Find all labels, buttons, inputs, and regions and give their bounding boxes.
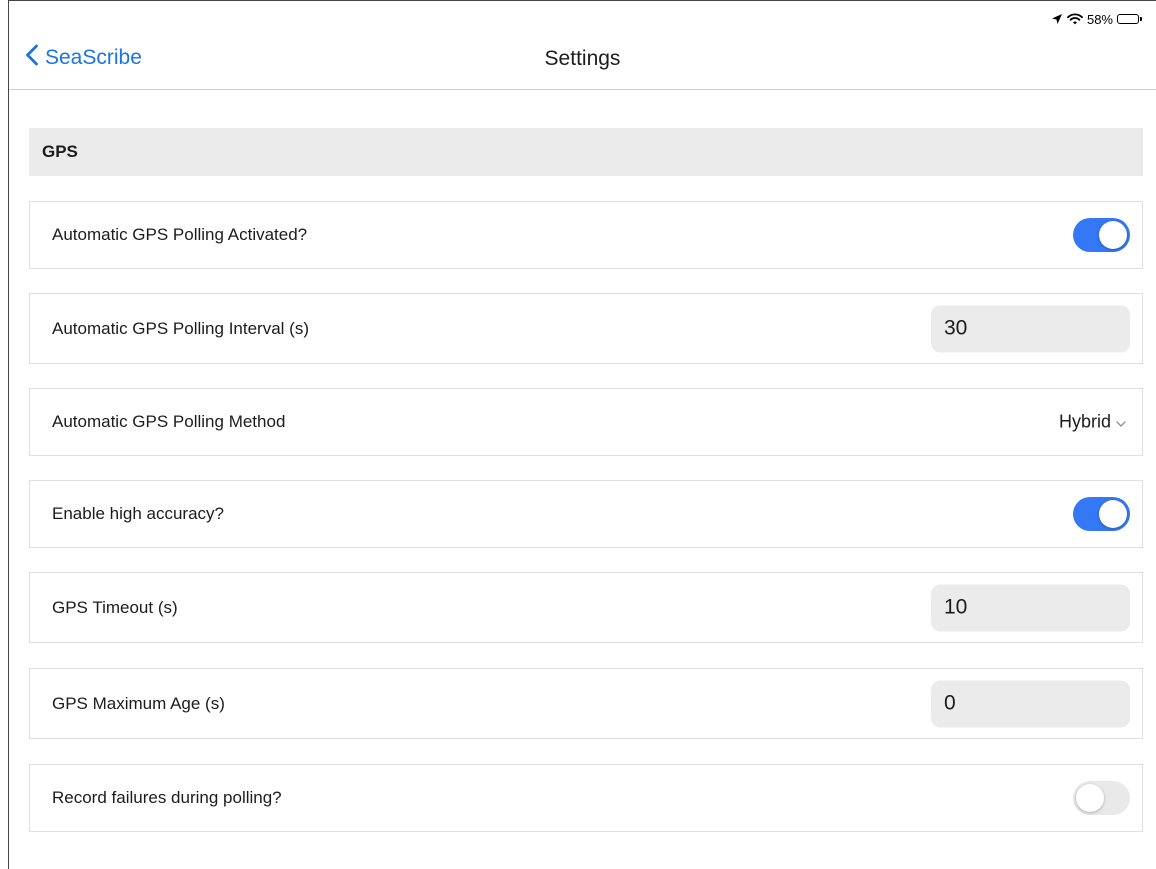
chevron-down-icon: [1116, 412, 1126, 433]
wifi-icon: [1067, 13, 1083, 25]
polling-interval-input[interactable]: 30: [931, 305, 1130, 352]
auto-polling-toggle[interactable]: [1073, 218, 1130, 252]
setting-label: Record failures during polling?: [52, 788, 282, 807]
setting-row-record-failures: Record failures during polling?: [29, 764, 1143, 832]
setting-label: GPS Timeout (s): [52, 597, 178, 617]
setting-row-auto-polling-activated: Automatic GPS Polling Activated?: [29, 201, 1143, 269]
setting-row-gps-timeout: GPS Timeout (s) 10: [29, 572, 1143, 643]
battery-percentage: 58%: [1086, 11, 1113, 27]
page-title: Settings: [544, 47, 621, 70]
gps-max-age-input[interactable]: 0: [931, 680, 1130, 727]
record-failures-toggle[interactable]: [1073, 781, 1130, 815]
setting-row-high-accuracy: Enable high accuracy?: [29, 480, 1143, 548]
setting-label: Automatic GPS Polling Method: [52, 412, 286, 431]
setting-row-polling-interval: Automatic GPS Polling Interval (s) 30: [29, 293, 1143, 364]
location-arrow-icon: [1051, 13, 1063, 25]
polling-method-value: Hybrid: [1058, 411, 1111, 432]
gps-timeout-input[interactable]: 10: [931, 584, 1130, 631]
setting-label: Enable high accuracy?: [52, 504, 225, 523]
window-frame-top: [8, 0, 1156, 1]
toggle-knob: [1099, 221, 1127, 249]
setting-row-polling-method: Automatic GPS Polling Method Hybrid: [29, 388, 1143, 456]
setting-label: Automatic GPS Polling Activated?: [52, 225, 308, 244]
status-bar: 58%: [1051, 9, 1142, 29]
high-accuracy-toggle[interactable]: [1073, 497, 1130, 531]
toggle-knob: [1076, 784, 1104, 812]
setting-label: GPS Maximum Age (s): [52, 693, 225, 713]
toggle-knob: [1099, 500, 1127, 528]
setting-row-gps-max-age: GPS Maximum Age (s) 0: [29, 668, 1143, 739]
setting-label: Automatic GPS Polling Interval (s): [52, 318, 309, 338]
section-header-gps: GPS: [29, 128, 1143, 176]
polling-method-select[interactable]: Hybrid: [1059, 412, 1126, 433]
navigation-bar: SeaScribe Settings: [9, 30, 1156, 90]
window-frame-left: [8, 0, 9, 869]
battery-icon: [1117, 14, 1142, 24]
